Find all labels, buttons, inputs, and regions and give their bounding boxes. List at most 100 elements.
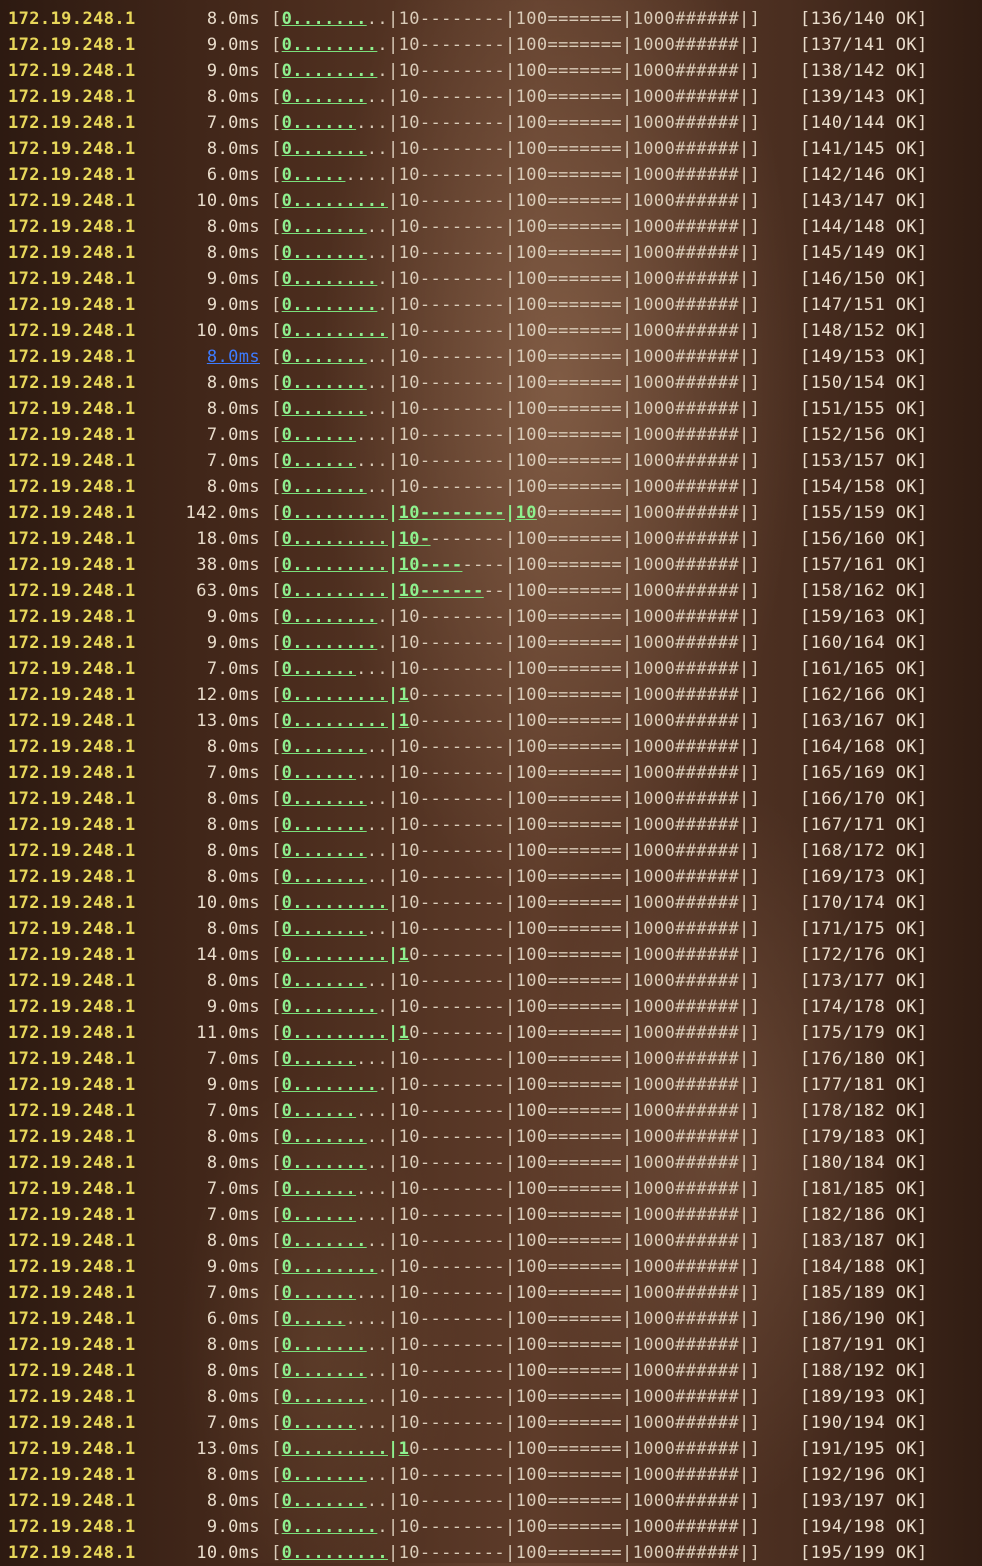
- reply-count-status: [157/161 OK]: [800, 555, 928, 575]
- latency-value: 9.0ms: [206, 269, 260, 289]
- latency-value: 10.0ms: [196, 1543, 260, 1563]
- latency-bar: [0.........|10--------|100=======|1000##…: [271, 165, 761, 185]
- latency-bar: [0.........|10--------|100=======|1000##…: [271, 399, 761, 419]
- ip-address: 172.19.248.1: [8, 841, 136, 861]
- ip-address: 172.19.248.1: [8, 919, 136, 939]
- reply-count-status: [194/198 OK]: [800, 1517, 928, 1537]
- reply-count-status: [144/148 OK]: [800, 217, 928, 237]
- ip-address: 172.19.248.1: [8, 295, 136, 315]
- latency-bar: [0.........|10--------|100=======|1000##…: [271, 113, 761, 133]
- latency-bar: [0.........|10--------|100=======|1000##…: [271, 217, 761, 237]
- reply-count-status: [158/162 OK]: [800, 581, 928, 601]
- terminal-output[interactable]: 172.19.248.1 8.0ms [0.........|10--------|…: [0, 0, 982, 1563]
- latency-bar: [0.........|10--------|100=======|1000##…: [271, 841, 761, 861]
- latency-bar: [0.........|10--------|100=======|1000##…: [271, 1309, 761, 1329]
- ip-address: 172.19.248.1: [8, 503, 136, 523]
- ip-address: 172.19.248.1: [8, 867, 136, 887]
- latency-bar: [0.........|10--------|100=======|1000##…: [271, 1387, 761, 1407]
- reply-count-status: [170/174 OK]: [800, 893, 928, 913]
- reply-count-status: [172/176 OK]: [800, 945, 928, 965]
- reply-count-status: [145/149 OK]: [800, 243, 928, 263]
- ip-address: 172.19.248.1: [8, 659, 136, 679]
- latency-bar: [0.........|10--------|100=======|1000##…: [271, 503, 761, 523]
- latency-bar: [0.........|10--------|100=======|1000##…: [271, 1335, 761, 1355]
- reply-count-status: [164/168 OK]: [800, 737, 928, 757]
- ip-address: 172.19.248.1: [8, 165, 136, 185]
- ip-address: 172.19.248.1: [8, 191, 136, 211]
- ip-address: 172.19.248.1: [8, 1283, 136, 1303]
- ip-address: 172.19.248.1: [8, 1543, 136, 1563]
- ip-address: 172.19.248.1: [8, 737, 136, 757]
- reply-count-status: [143/147 OK]: [800, 191, 928, 211]
- latency-value: 9.0ms: [206, 1517, 260, 1537]
- latency-value: 8.0ms: [206, 9, 260, 29]
- latency-bar: [0.........|10--------|100=======|1000##…: [271, 763, 761, 783]
- ip-address: 172.19.248.1: [8, 1179, 136, 1199]
- reply-count-status: [195/199 OK]: [800, 1543, 928, 1563]
- reply-count-status: [155/159 OK]: [800, 503, 928, 523]
- ip-address: 172.19.248.1: [8, 451, 136, 471]
- reply-count-status: [168/172 OK]: [800, 841, 928, 861]
- latency-value: 8.0ms: [206, 1491, 260, 1511]
- latency-value: 14.0ms: [196, 945, 260, 965]
- latency-bar: [0.........|10--------|100=======|1000##…: [271, 425, 761, 445]
- ip-address: 172.19.248.1: [8, 61, 136, 81]
- reply-count-status: [148/152 OK]: [800, 321, 928, 341]
- ip-address: 172.19.248.1: [8, 1465, 136, 1485]
- reply-count-status: [161/165 OK]: [800, 659, 928, 679]
- latency-value: 9.0ms: [206, 997, 260, 1017]
- ip-address: 172.19.248.1: [8, 581, 136, 601]
- reply-count-status: [187/191 OK]: [800, 1335, 928, 1355]
- latency-bar: [0.........|10--------|100=======|1000##…: [271, 555, 761, 575]
- latency-bar: [0.........|10--------|100=======|1000##…: [271, 1517, 761, 1537]
- latency-value: 7.0ms: [206, 451, 260, 471]
- latency-value: 9.0ms: [206, 1257, 260, 1277]
- reply-count-status: [191/195 OK]: [800, 1439, 928, 1459]
- latency-value: 7.0ms: [206, 1101, 260, 1121]
- reply-count-status: [151/155 OK]: [800, 399, 928, 419]
- latency-bar: [0.........|10--------|100=======|1000##…: [271, 35, 761, 55]
- reply-count-status: [193/197 OK]: [800, 1491, 928, 1511]
- reply-count-status: [139/143 OK]: [800, 87, 928, 107]
- latency-bar: [0.........|10--------|100=======|1000##…: [271, 711, 761, 731]
- ip-address: 172.19.248.1: [8, 269, 136, 289]
- latency-bar: [0.........|10--------|100=======|1000##…: [271, 1439, 761, 1459]
- reply-count-status: [173/177 OK]: [800, 971, 928, 991]
- reply-count-status: [185/189 OK]: [800, 1283, 928, 1303]
- latency-bar: [0.........|10--------|100=======|1000##…: [271, 1127, 761, 1147]
- reply-count-status: [180/184 OK]: [800, 1153, 928, 1173]
- ip-address: 172.19.248.1: [8, 1517, 136, 1537]
- reply-count-status: [162/166 OK]: [800, 685, 928, 705]
- latency-bar: [0.........|10--------|100=======|1000##…: [271, 1465, 761, 1485]
- reply-count-status: [179/183 OK]: [800, 1127, 928, 1147]
- latency-value: 8.0ms: [206, 789, 260, 809]
- latency-value: 8.0ms: [206, 87, 260, 107]
- latency-value: 8.0ms: [206, 1465, 260, 1485]
- latency-value: 8.0ms: [206, 841, 260, 861]
- ip-address: 172.19.248.1: [8, 633, 136, 653]
- reply-count-status: [189/193 OK]: [800, 1387, 928, 1407]
- reply-count-status: [163/167 OK]: [800, 711, 928, 731]
- latency-value: 8.0ms: [206, 815, 260, 835]
- ip-address: 172.19.248.1: [8, 347, 136, 367]
- latency-value: 7.0ms: [206, 425, 260, 445]
- ip-address: 172.19.248.1: [8, 945, 136, 965]
- ip-address: 172.19.248.1: [8, 711, 136, 731]
- latency-bar: [0.........|10--------|100=======|1000##…: [271, 61, 761, 81]
- ip-address: 172.19.248.1: [8, 1439, 136, 1459]
- latency-bar: [0.........|10--------|100=======|1000##…: [271, 1205, 761, 1225]
- ip-address: 172.19.248.1: [8, 321, 136, 341]
- reply-count-status: [190/194 OK]: [800, 1413, 928, 1433]
- ip-address: 172.19.248.1: [8, 425, 136, 445]
- latency-bar: [0.........|10--------|100=======|1000##…: [271, 945, 761, 965]
- reply-count-status: [147/151 OK]: [800, 295, 928, 315]
- latency-value[interactable]: 8.0ms: [152, 344, 260, 370]
- ip-address: 172.19.248.1: [8, 1361, 136, 1381]
- latency-bar: [0.........|10--------|100=======|1000##…: [271, 1231, 761, 1251]
- latency-value: 9.0ms: [206, 35, 260, 55]
- latency-value: 8.0ms: [206, 1153, 260, 1173]
- reply-count-status: [166/170 OK]: [800, 789, 928, 809]
- reply-count-status: [171/175 OK]: [800, 919, 928, 939]
- latency-value: 11.0ms: [196, 1023, 260, 1043]
- latency-value: 142.0ms: [185, 503, 260, 523]
